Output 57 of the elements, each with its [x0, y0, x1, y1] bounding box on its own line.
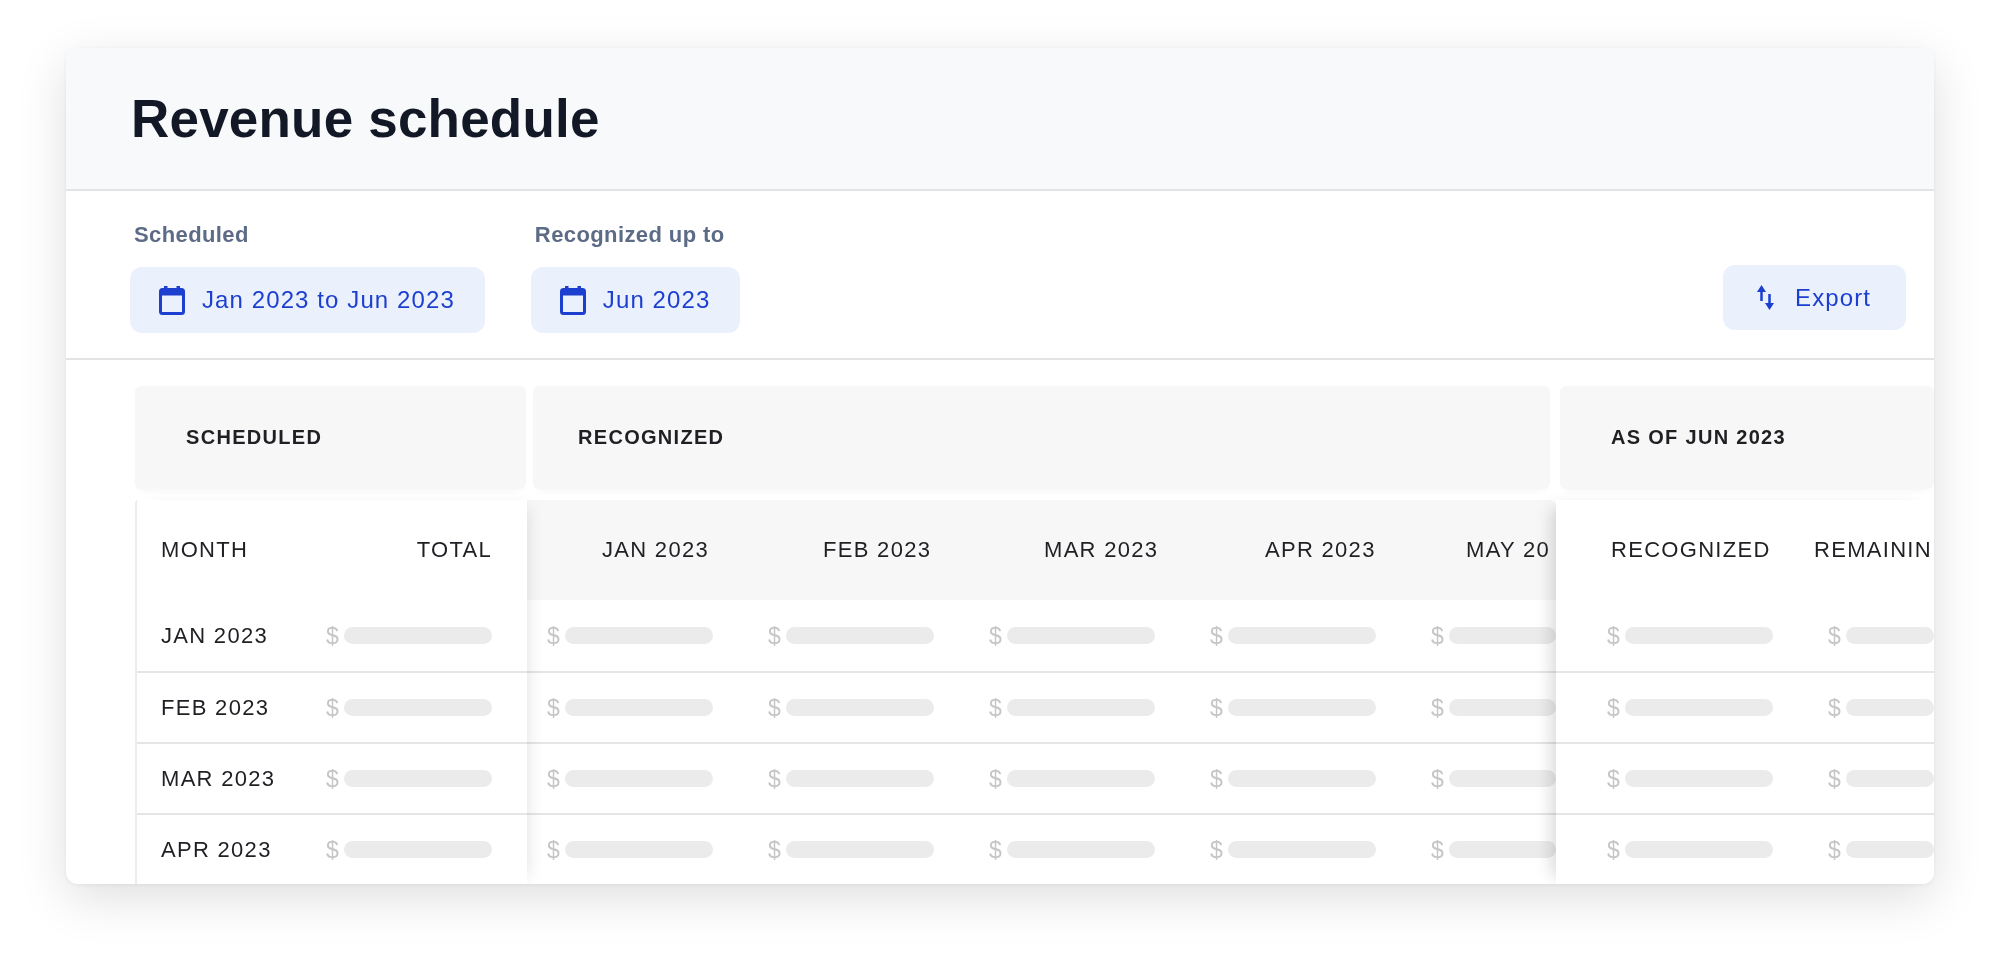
column-group-header: AS OF JUN 2023 — [1560, 386, 1934, 489]
month-label: JAN 2023 — [161, 622, 268, 649]
currency-symbol: $ — [1607, 765, 1621, 792]
column-header: JAN 2023 — [602, 537, 709, 563]
calendar-icon — [559, 285, 586, 315]
column-header: MAR 2023 — [1044, 537, 1159, 563]
currency-symbol: $ — [768, 836, 782, 863]
currency-symbol: $ — [547, 694, 561, 721]
currency-symbol: $ — [1607, 694, 1621, 721]
currency-symbol: $ — [1607, 836, 1621, 863]
currency-symbol: $ — [768, 765, 782, 792]
currency-symbol: $ — [326, 836, 340, 863]
currency-symbol: $ — [989, 694, 1003, 721]
column-header: FEB 2023 — [823, 537, 932, 563]
currency-symbol: $ — [547, 836, 561, 863]
currency-symbol: $ — [326, 622, 340, 649]
up-down-arrows-icon — [1757, 285, 1775, 310]
column-header: TOTAL — [416, 537, 492, 563]
column-header: MONTH — [161, 537, 249, 563]
currency-symbol: $ — [1828, 694, 1842, 721]
month-label: MAR 2023 — [161, 765, 276, 792]
currency-symbol: $ — [1210, 836, 1224, 863]
currency-symbol: $ — [768, 694, 782, 721]
currency-symbol: $ — [989, 622, 1003, 649]
month-label: FEB 2023 — [161, 694, 270, 721]
column-header: RECOGNIZED — [1611, 537, 1771, 563]
currency-symbol: $ — [547, 765, 561, 792]
currency-symbol: $ — [547, 622, 561, 649]
date-picker-button[interactable]: Jan 2023 to Jun 2023 — [130, 267, 485, 333]
currency-symbol: $ — [1431, 694, 1445, 721]
column-header: REMAININ — [1814, 537, 1932, 563]
currency-symbol: $ — [1828, 622, 1842, 649]
currency-symbol: $ — [1431, 836, 1445, 863]
column-group-header: RECOGNIZED — [533, 386, 1550, 489]
currency-symbol: $ — [989, 836, 1003, 863]
page-title: Revenue schedule — [131, 88, 600, 149]
currency-symbol: $ — [768, 622, 782, 649]
currency-symbol: $ — [1210, 694, 1224, 721]
currency-symbol: $ — [1431, 765, 1445, 792]
currency-symbol: $ — [1828, 836, 1842, 863]
currency-symbol: $ — [989, 765, 1003, 792]
currency-symbol: $ — [1607, 622, 1621, 649]
filter-label: Scheduled — [134, 223, 250, 247]
month-label: APR 2023 — [161, 836, 272, 863]
date-picker-button[interactable]: Jun 2023 — [530, 267, 741, 333]
column-header: MAY 20 — [1466, 537, 1551, 563]
column-group-header: SCHEDULED — [135, 386, 526, 489]
currency-symbol: $ — [1431, 622, 1445, 649]
export-button[interactable]: Export — [1723, 265, 1906, 330]
currency-symbol: $ — [326, 765, 340, 792]
currency-symbol: $ — [1828, 765, 1842, 792]
currency-symbol: $ — [326, 694, 340, 721]
currency-symbol: $ — [1210, 622, 1224, 649]
column-header: APR 2023 — [1265, 537, 1376, 563]
currency-symbol: $ — [1210, 765, 1224, 792]
calendar-icon — [159, 285, 185, 315]
filter-label: Recognized up to — [534, 223, 726, 247]
